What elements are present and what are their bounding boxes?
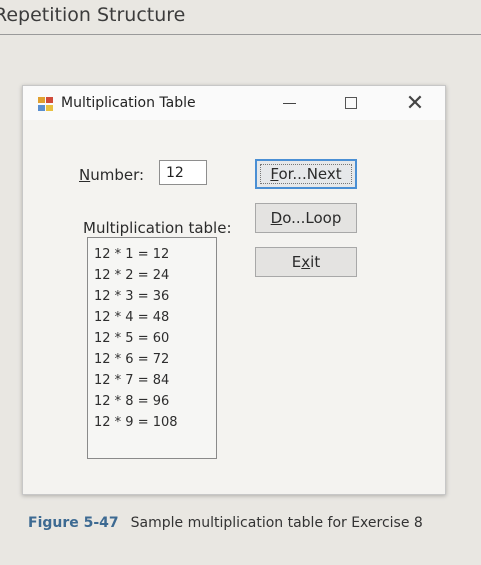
multiplication-table-window: Multiplication Table ✕ Number: For...Nex…	[22, 85, 446, 495]
maximize-icon	[345, 97, 357, 109]
list-item[interactable]: 12 * 1 = 12	[88, 244, 216, 265]
number-label: Number:	[79, 166, 145, 184]
app-icon	[38, 97, 54, 112]
maximize-button[interactable]	[333, 89, 369, 117]
number-input[interactable]	[159, 160, 207, 185]
minimize-button[interactable]	[271, 89, 307, 117]
caption-text: Sample multiplication table for Exercise…	[130, 515, 423, 531]
title-bar[interactable]: Multiplication Table ✕	[23, 86, 445, 120]
list-item[interactable]: 12 * 8 = 96	[88, 391, 216, 412]
list-item[interactable]: 12 * 5 = 60	[88, 328, 216, 349]
list-item[interactable]: 12 * 6 = 72	[88, 349, 216, 370]
page-heading: Repetition Structure	[0, 4, 186, 26]
list-item[interactable]: 12 * 4 = 48	[88, 307, 216, 328]
list-item[interactable]: 12 * 7 = 84	[88, 370, 216, 391]
list-item[interactable]: 12 * 9 = 108	[88, 412, 216, 433]
exit-button[interactable]: Exit	[255, 247, 357, 277]
list-item[interactable]: 12 * 3 = 36	[88, 286, 216, 307]
do-loop-button[interactable]: Do...Loop	[255, 203, 357, 233]
figure-caption: Figure 5-47 Sample multiplication table f…	[28, 515, 423, 531]
heading-divider	[0, 34, 481, 35]
minimize-icon	[282, 102, 296, 104]
figure-number: Figure 5-47	[28, 515, 119, 531]
window-title: Multiplication Table	[61, 95, 196, 111]
for-next-button[interactable]: For...Next	[255, 159, 357, 189]
focus-indicator	[260, 164, 352, 184]
close-icon: ✕	[405, 90, 425, 116]
multiplication-table-label: Multiplication table:	[83, 219, 232, 237]
close-button[interactable]: ✕	[397, 89, 433, 117]
list-item[interactable]: 12 * 2 = 24	[88, 265, 216, 286]
multiplication-table-listbox[interactable]: 12 * 1 = 12 12 * 2 = 24 12 * 3 = 36 12 *…	[87, 237, 217, 459]
